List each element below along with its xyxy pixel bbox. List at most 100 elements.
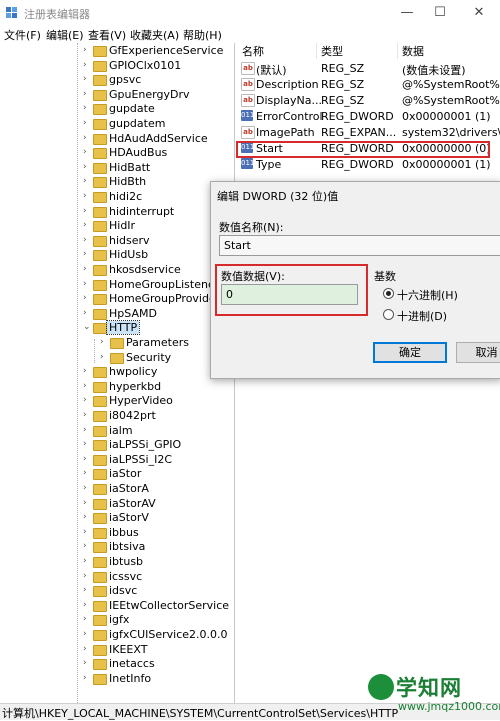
- tree-item-label: ibtsiva: [109, 540, 146, 554]
- maximize-button[interactable]: ☐: [425, 3, 455, 23]
- expand-arrow-icon[interactable]: ›: [83, 394, 92, 407]
- cancel-button[interactable]: 取消: [456, 342, 500, 363]
- column-header-data[interactable]: 数据: [402, 43, 500, 59]
- expand-arrow-icon[interactable]: ›: [83, 555, 92, 568]
- expand-arrow-icon[interactable]: ›: [83, 175, 92, 188]
- close-button[interactable]: ✕: [464, 3, 494, 23]
- tree-item-label: InetInfo: [109, 671, 152, 685]
- folder-icon: [93, 469, 107, 481]
- folder-icon: [93, 75, 107, 87]
- expand-arrow-icon[interactable]: ›: [83, 292, 92, 305]
- tree-item-label: hwpolicy: [109, 365, 158, 379]
- expand-arrow-icon[interactable]: ›: [83, 102, 92, 115]
- expand-arrow-icon[interactable]: ›: [83, 526, 92, 539]
- column-header-name[interactable]: 名称: [242, 43, 317, 59]
- expand-arrow-icon[interactable]: ›: [83, 248, 92, 261]
- expand-arrow-icon[interactable]: ›: [83, 307, 92, 320]
- folder-icon: [93, 104, 107, 116]
- expand-arrow-icon[interactable]: ›: [83, 263, 92, 276]
- expand-arrow-icon[interactable]: ›: [83, 540, 92, 553]
- value-row[interactable]: 011 Type REG_DWORD 0x00000001 (1): [236, 156, 500, 172]
- tree-item-label: iaLPSSi_I2C: [109, 452, 173, 466]
- expand-arrow-icon[interactable]: ›: [83, 409, 92, 422]
- expand-arrow-icon[interactable]: ›: [83, 511, 92, 524]
- collapse-arrow-icon[interactable]: ⌄: [83, 321, 92, 334]
- expand-arrow-icon[interactable]: ›: [83, 190, 92, 203]
- menu-view[interactable]: 查看(V): [88, 27, 126, 43]
- expand-arrow-icon[interactable]: ›: [83, 73, 92, 86]
- value-name: ErrorControl: [256, 110, 323, 123]
- expand-arrow-icon[interactable]: ›: [83, 278, 92, 291]
- expand-arrow-icon[interactable]: ›: [83, 146, 92, 159]
- value-type: REG_DWORD: [321, 110, 394, 123]
- expand-arrow-icon[interactable]: ›: [83, 497, 92, 510]
- value-row[interactable]: ab Description REG_SZ @%SystemRoot%\s: [236, 76, 500, 92]
- minimize-button[interactable]: —: [392, 3, 422, 23]
- value-data: system32\drivers\H: [402, 126, 500, 139]
- value-row[interactable]: ab ImagePath REG_EXPAN... system32\drivers\…: [236, 124, 500, 140]
- folder-icon: [93, 250, 107, 262]
- menu-edit[interactable]: 编辑(E): [46, 27, 84, 43]
- expand-arrow-icon[interactable]: ›: [83, 628, 92, 641]
- decimal-radio[interactable]: [383, 309, 394, 320]
- tree-item-label: idsvc: [109, 584, 138, 598]
- expand-arrow-icon[interactable]: ›: [83, 570, 92, 583]
- expand-arrow-icon[interactable]: ›: [83, 672, 92, 685]
- decimal-radio-label[interactable]: 十进制(D): [397, 308, 447, 324]
- key-tree[interactable]: › GfExperienceService › GPIOClx0101 › gpsvc › G…: [0, 43, 235, 703]
- folder-icon: [93, 265, 107, 276]
- tree-item-label: HTTP: [105, 320, 141, 336]
- expand-arrow-icon[interactable]: ›: [83, 482, 92, 495]
- value-data-input[interactable]: 0: [221, 284, 358, 305]
- folder-icon: [93, 557, 107, 568]
- tree-item-label: HdAudAddService: [109, 131, 208, 145]
- expand-arrow-icon[interactable]: ›: [83, 657, 92, 670]
- tree-item-label: HDAudBus: [109, 146, 168, 160]
- value-data: @%SystemRoot%\s: [402, 94, 500, 107]
- expand-arrow-icon[interactable]: ›: [83, 467, 92, 480]
- value-row[interactable]: 011 ErrorControl REG_DWORD 0x00000001 (1): [236, 108, 500, 124]
- value-name-field: Start: [219, 235, 500, 256]
- tree-item-label: i8042prt: [109, 409, 156, 422]
- expand-arrow-icon[interactable]: ›: [83, 453, 92, 466]
- expand-arrow-icon[interactable]: ›: [83, 424, 92, 437]
- value-data: 0x00000001 (1): [402, 158, 491, 171]
- hex-radio[interactable]: [383, 288, 394, 299]
- expand-arrow-icon[interactable]: ›: [83, 44, 92, 57]
- menu-favorites[interactable]: 收藏夹(A): [130, 27, 179, 43]
- expand-arrow-icon[interactable]: ›: [83, 132, 92, 145]
- tree-item-label: HpSAMD: [109, 306, 157, 320]
- expand-arrow-icon[interactable]: ›: [83, 438, 92, 451]
- expand-arrow-icon[interactable]: ›: [100, 351, 109, 364]
- expand-arrow-icon[interactable]: ›: [83, 161, 92, 174]
- expand-arrow-icon[interactable]: ›: [83, 365, 92, 378]
- hex-radio-label[interactable]: 十六进制(H): [397, 287, 458, 303]
- column-header-type[interactable]: 类型: [321, 43, 398, 59]
- expand-arrow-icon[interactable]: ›: [83, 599, 92, 612]
- base-group-label: 基数: [374, 270, 396, 283]
- title-bar: 注册表编辑器 — ☐ ✕: [0, 0, 500, 26]
- expand-arrow-icon[interactable]: ›: [83, 643, 92, 656]
- expand-arrow-icon[interactable]: ›: [83, 219, 92, 232]
- expand-arrow-icon[interactable]: ›: [83, 59, 92, 72]
- expand-arrow-icon[interactable]: ›: [83, 584, 92, 597]
- folder-icon: [93, 644, 107, 656]
- tree-item-label: HidBth: [109, 175, 147, 189]
- menu-help[interactable]: 帮助(H): [183, 27, 222, 43]
- expand-arrow-icon[interactable]: ›: [83, 380, 92, 393]
- value-row[interactable]: ab (默认) REG_SZ (数值未设置): [236, 60, 500, 77]
- expand-arrow-icon[interactable]: ›: [83, 613, 92, 626]
- expand-arrow-icon[interactable]: ›: [100, 336, 109, 349]
- expand-arrow-icon[interactable]: ›: [83, 88, 92, 101]
- folder-icon: [93, 367, 107, 379]
- menu-file[interactable]: 文件(F): [4, 27, 41, 43]
- expand-arrow-icon[interactable]: ›: [83, 117, 92, 130]
- menu-bar: 文件(F) 编辑(E) 查看(V) 收藏夹(A) 帮助(H): [0, 26, 500, 43]
- expand-arrow-icon[interactable]: ›: [83, 234, 92, 247]
- folder-icon: [93, 440, 107, 452]
- ok-button[interactable]: 确定: [373, 342, 447, 363]
- value-row[interactable]: ab DisplayNa... REG_SZ @%SystemRoot%\s: [236, 92, 500, 108]
- expand-arrow-icon[interactable]: ›: [83, 205, 92, 218]
- tree-item-label: iaLPSSi_GPIO: [109, 438, 182, 452]
- watermark-url: www.jmqz1000.com: [398, 700, 500, 713]
